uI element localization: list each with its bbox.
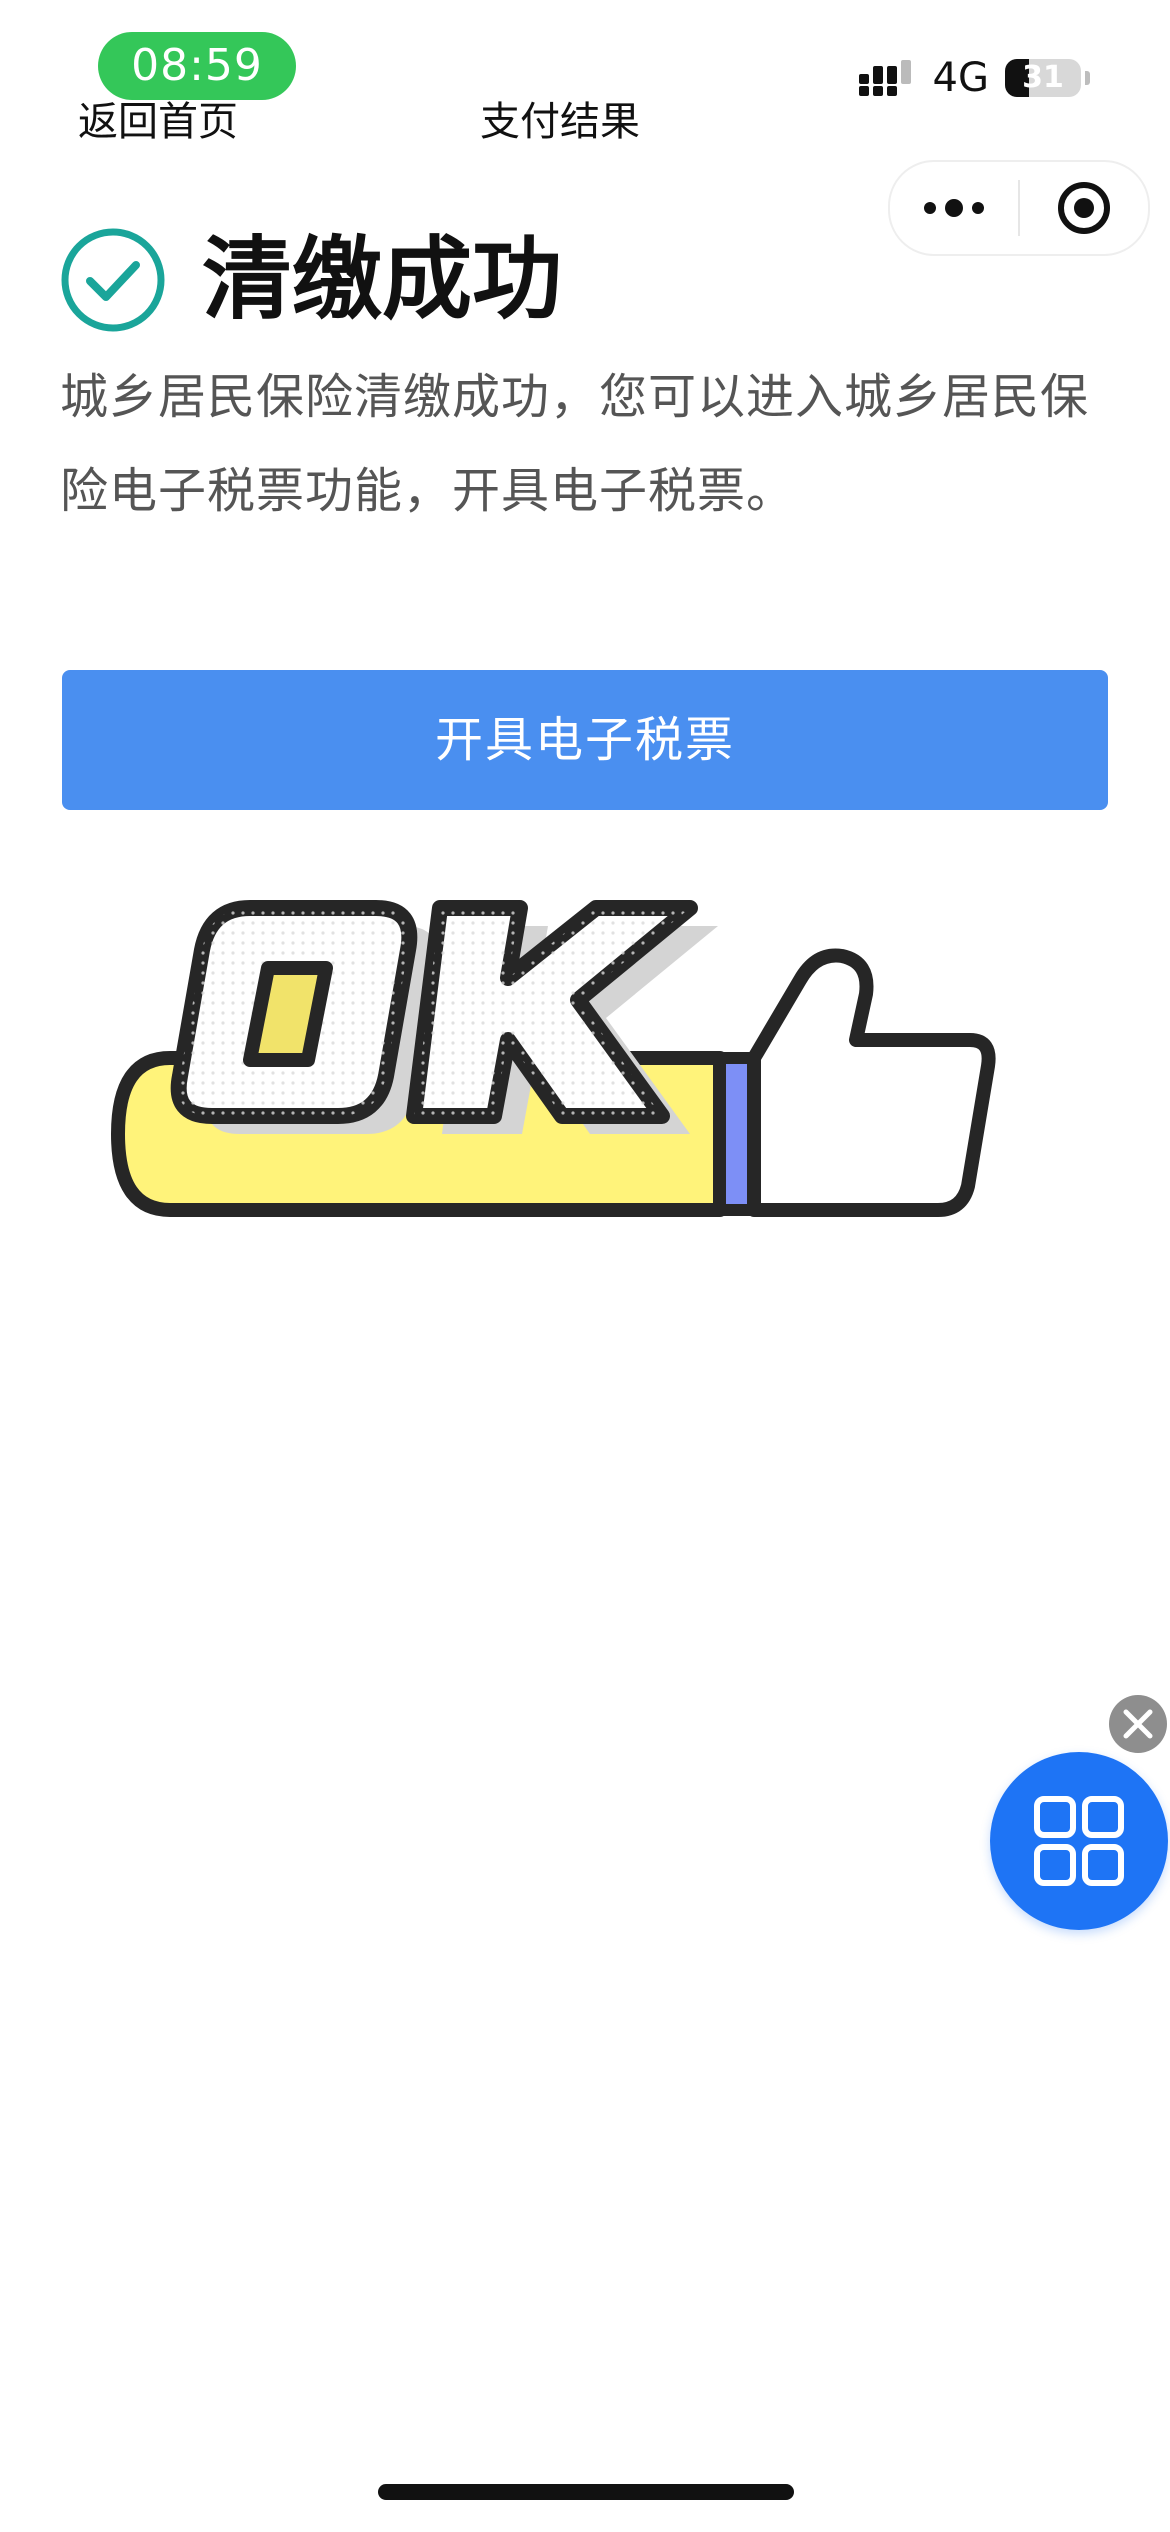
battery-indicator: 31 (1005, 59, 1081, 97)
target-icon (1058, 182, 1110, 234)
signal-icon (858, 60, 911, 96)
miniprogram-capsule (888, 160, 1150, 256)
check-circle-icon (61, 228, 165, 332)
battery-level-text: 31 (1022, 60, 1064, 95)
result-header: 清缴成功 (60, 220, 562, 340)
close-miniprogram-button[interactable] (1020, 162, 1148, 254)
payment-result-page: 08:59 4G 31 支付结果 返回首页 清缴成功 城乡居民保险清缴成功，您可… (0, 0, 1170, 2532)
more-button[interactable] (890, 162, 1018, 254)
ok-thumbs-up-illustration (111, 900, 996, 1217)
result-description: 城乡居民保险清缴成功，您可以进入城乡居民保险电子税票功能，开具电子税票。 (60, 369, 1090, 519)
floating-menu-button[interactable] (990, 1752, 1168, 1930)
home-indicator[interactable] (378, 2484, 794, 2500)
status-time: 08:59 (98, 32, 296, 100)
more-dots-icon (924, 199, 984, 217)
result-title: 清缴成功 (202, 227, 562, 332)
grid-icon (1034, 1796, 1124, 1886)
issue-tax-receipt-button[interactable]: 开具电子税票 (62, 670, 1108, 810)
battery-nub (1085, 71, 1090, 85)
close-icon[interactable] (1108, 1694, 1168, 1754)
back-home-link[interactable]: 返回首页 (78, 94, 238, 150)
